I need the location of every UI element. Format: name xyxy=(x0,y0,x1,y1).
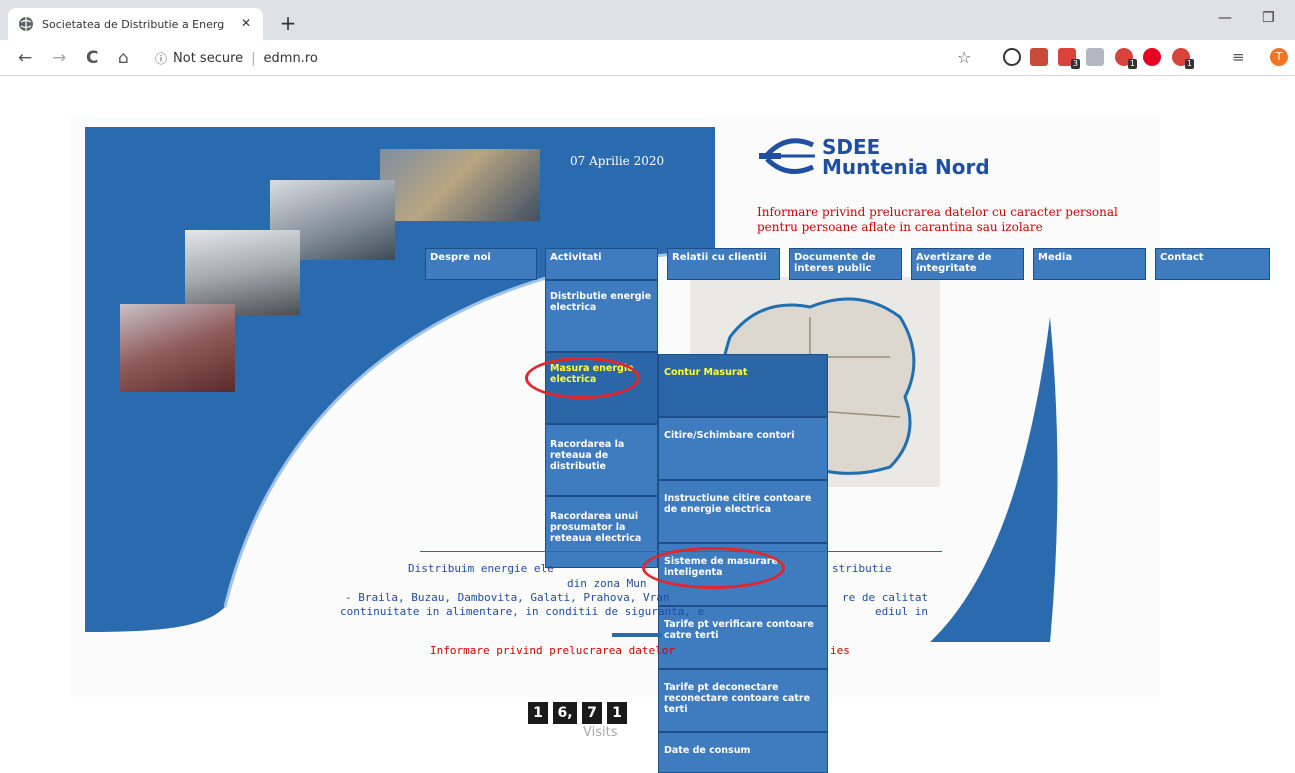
logo-subtitle: Muntenia Nord xyxy=(822,155,990,179)
submenu-instructiune-citire[interactable]: Instructiune citire contoare de energie … xyxy=(658,480,828,543)
counter-digit: 7 xyxy=(582,702,602,724)
submenu-racordare-retea[interactable]: Racordarea la reteaua de distributie xyxy=(545,424,658,496)
menu-media[interactable]: Media xyxy=(1033,248,1146,280)
menu-contact[interactable]: Contact xyxy=(1155,248,1270,280)
powerline-photo xyxy=(120,304,235,392)
menu-avertizare[interactable]: Avertizare de integritate xyxy=(911,248,1024,280)
footer-notice-link[interactable]: Informare privind prelucrarea datelor xyxy=(430,644,675,657)
body-line3-end: re de calitat xyxy=(842,591,929,604)
counter-digit: 1 xyxy=(607,702,627,724)
restore-icon[interactable]: ❐ xyxy=(1262,10,1275,26)
header-date: 07 Aprilie 2020 xyxy=(570,154,665,168)
adblock-extension-icon[interactable]: 1 xyxy=(1172,48,1194,69)
body-line2: din zona Mun xyxy=(567,577,647,590)
info-icon[interactable]: ⓘ xyxy=(155,50,167,67)
browser-tab[interactable]: Societatea de Distributie a Energ ✕ xyxy=(8,8,263,40)
annotation-circle-sisteme xyxy=(642,547,785,589)
right-arc-graphic xyxy=(930,317,1058,642)
menu-relatii-clientii[interactable]: Relatii cu clientii xyxy=(667,248,780,280)
submenu-date-consum[interactable]: Date de consum xyxy=(658,732,828,773)
submenu-tarife-deconectare[interactable]: Tarife pt deconectare reconectare contoa… xyxy=(658,669,828,732)
counter-digit: 1 xyxy=(528,702,548,724)
submenu-distributie[interactable]: Distributie energie electrica xyxy=(545,280,658,352)
submenu-citire-contori[interactable]: Citire/Schimbare contori xyxy=(658,417,828,480)
new-tab-button[interactable]: + xyxy=(275,11,301,37)
reload-icon[interactable]: C xyxy=(86,48,98,68)
body-line4-end: ediul in xyxy=(875,605,928,618)
body-line4: continuitate in alimentare, in conditii … xyxy=(340,605,705,618)
pdf-extension-icon[interactable] xyxy=(1030,48,1048,66)
menu-documente[interactable]: Documente de interes public xyxy=(789,248,902,280)
address-bar[interactable]: ⓘ Not secure | edmn.ro xyxy=(155,45,935,71)
profile-avatar[interactable]: T xyxy=(1270,48,1288,66)
visit-counter: 1 6, 7 1 xyxy=(528,702,627,724)
body-line1-end: stributie xyxy=(832,562,892,575)
forward-icon[interactable]: → xyxy=(52,48,66,68)
sdee-logo-icon xyxy=(759,138,815,174)
block-extension-icon[interactable] xyxy=(1003,48,1021,66)
annotation-circle-masura xyxy=(525,357,640,399)
pylon-photo xyxy=(185,230,300,315)
workers-photo xyxy=(380,149,540,221)
web-page: 07 Aprilie 2020 SDEE Muntenia Nord Infor… xyxy=(0,77,1295,773)
submenu-contur-masurat[interactable]: Contur Masurat xyxy=(658,354,828,417)
accent-bar xyxy=(612,633,662,637)
bookmark-star-icon[interactable]: ☆ xyxy=(957,48,971,67)
pinterest-icon[interactable] xyxy=(1143,48,1161,66)
tab-title: Societatea de Distributie a Energ xyxy=(42,17,225,31)
extension-icon[interactable]: 1 xyxy=(1115,48,1137,69)
home-icon[interactable]: ⌂ xyxy=(118,48,129,68)
carantina-notice-link[interactable]: Informare privind prelucrarea datelor cu… xyxy=(757,205,1157,235)
footer-notice-end[interactable]: ies xyxy=(830,644,850,657)
back-icon[interactable]: ← xyxy=(18,48,32,68)
counter-digit: 6, xyxy=(553,702,577,724)
body-line1: Distribuim energie ele xyxy=(408,562,554,575)
security-label: Not secure xyxy=(173,50,244,66)
submenu-racordare-prosumator[interactable]: Racordarea unui prosumator la reteaua el… xyxy=(545,496,658,568)
tab-close-icon[interactable]: ✕ xyxy=(241,16,251,30)
menu-activitati[interactable]: Activitati xyxy=(545,248,658,280)
screenshot-extension-icon[interactable] xyxy=(1086,48,1104,66)
body-line3: - Braila, Buzau, Dambovita, Galati, Prah… xyxy=(345,591,670,604)
extension-icon[interactable]: 3 xyxy=(1058,48,1080,69)
minimize-icon[interactable]: — xyxy=(1218,10,1232,26)
url-text: edmn.ro xyxy=(263,50,318,66)
browser-tabstrip: Societatea de Distributie a Energ ✕ + — … xyxy=(0,0,1295,40)
reading-list-icon[interactable]: ≡ xyxy=(1232,48,1245,66)
menu-despre-noi[interactable]: Despre noi xyxy=(425,248,537,280)
globe-icon xyxy=(19,17,33,31)
visits-label: Visits xyxy=(583,725,618,740)
